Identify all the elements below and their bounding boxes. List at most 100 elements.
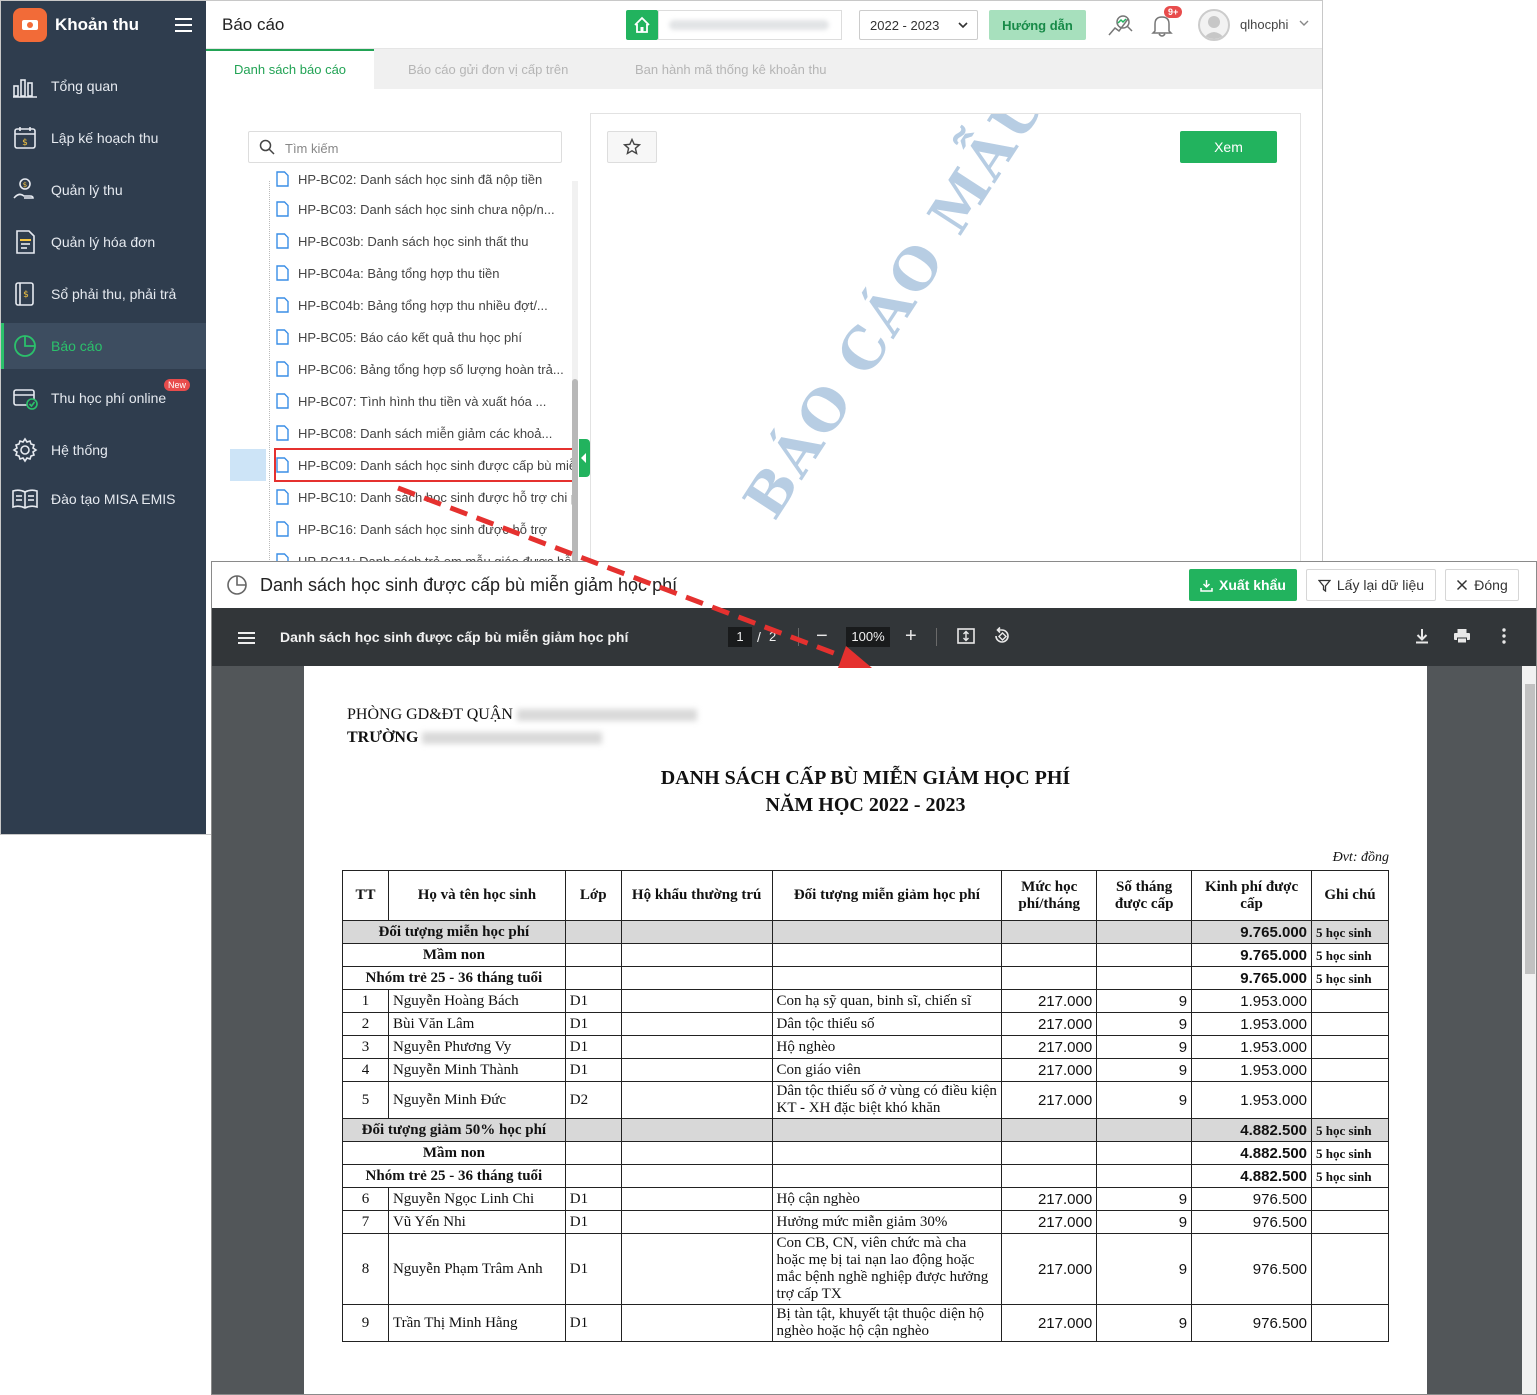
report-item[interactable]: HP-BC04a: Bảng tổng hợp thu tiền bbox=[276, 258, 576, 288]
report-item-label: HP-BC03: Danh sách học sinh chưa nộp/n..… bbox=[298, 201, 555, 217]
username[interactable]: qlhocphi bbox=[1240, 17, 1288, 32]
pdf-page-input[interactable]: 1 bbox=[728, 627, 752, 647]
guide-button[interactable]: Hướng dẫn bbox=[989, 10, 1086, 40]
sidebar-item-bao-cao[interactable]: Báo cáo bbox=[1, 323, 206, 369]
activity-chart-icon[interactable] bbox=[1106, 11, 1134, 39]
download-icon[interactable] bbox=[1412, 626, 1432, 646]
pdf-scrollbar[interactable] bbox=[1522, 666, 1536, 1394]
cell-fee: 217.000 bbox=[1001, 1304, 1098, 1342]
table-row: 7 Vũ Yến Nhi D1 Hưởng mức miễn giảm 30% 217.… bbox=[342, 1210, 1389, 1234]
search-icon bbox=[259, 139, 275, 155]
sidebar-item-thu-hoc-phi-online[interactable]: Thu học phí online New bbox=[1, 375, 206, 421]
chevron-down-icon[interactable] bbox=[1298, 17, 1310, 29]
subgroup-row: Nhóm trẻ 25 - 36 tháng tuổi 4.882.500 5 họ… bbox=[342, 1164, 1389, 1188]
report-item[interactable]: HP-BC04b: Bảng tổng hợp thu nhiều đợt/..… bbox=[276, 290, 576, 320]
cell-student-name: Vũ Yến Nhi bbox=[387, 1210, 566, 1234]
search-input[interactable] bbox=[285, 138, 545, 158]
currency-unit: Đvt: đồng bbox=[1332, 850, 1389, 865]
cell-fee: 217.000 bbox=[1001, 1233, 1098, 1305]
redacted-text bbox=[516, 709, 697, 722]
report-item[interactable]: HP-BC09: Danh sách học sinh được cấp bù … bbox=[274, 448, 578, 482]
report-item[interactable]: HP-BC10: Danh sách học sinh được hỗ trợ … bbox=[276, 482, 576, 512]
cell-student-name: Nguyễn Minh Đức bbox=[387, 1081, 566, 1119]
home-button[interactable] bbox=[626, 10, 658, 40]
rotate-icon[interactable] bbox=[992, 626, 1012, 646]
search-box[interactable] bbox=[248, 131, 562, 163]
school-year-select[interactable]: 2022 - 2023 bbox=[859, 10, 978, 40]
zoom-out-icon[interactable]: − bbox=[816, 626, 828, 646]
more-options-icon[interactable] bbox=[1494, 626, 1514, 646]
cell-class: D1 bbox=[564, 1187, 622, 1211]
cell-target: Bị tàn tật, khuyết tật thuộc diện hộ ngh… bbox=[771, 1304, 1003, 1342]
reload-data-button[interactable]: Lấy lại dữ liệu bbox=[1306, 569, 1436, 601]
sidebar-item-label: Quản lý hóa đơn bbox=[51, 234, 156, 250]
zoom-in-icon[interactable]: + bbox=[905, 626, 917, 646]
report-item[interactable]: HP-BC05: Báo cáo kết quả thu học phí bbox=[276, 322, 576, 352]
sidebar-item-quan-ly-hoa-don[interactable]: Quản lý hóa đơn bbox=[1, 219, 206, 265]
report-item[interactable]: HP-BC03b: Danh sách học sinh thất thu bbox=[276, 226, 576, 256]
report-item-label: HP-BC10: Danh sách học sinh được hỗ trợ … bbox=[298, 489, 576, 505]
cell-tt: 1 bbox=[342, 989, 389, 1013]
pdf-total-pages: 2 bbox=[769, 629, 777, 644]
pdf-viewer[interactable]: PHÒNG GD&ĐT QUẬN TRƯỜNG DANH SÁCH CẤP BÙ… bbox=[212, 666, 1536, 1394]
group-amount: 4.882.500 bbox=[1191, 1118, 1313, 1142]
menu-toggle-icon[interactable] bbox=[175, 14, 192, 36]
column-header: Số tháng được cấp bbox=[1096, 870, 1193, 921]
star-icon bbox=[623, 138, 641, 155]
cell-target: Con CB, CN, viên chức mà cha hoặc mẹ bị … bbox=[771, 1233, 1003, 1305]
sidebar-item-lap-ke-hoach-thu[interactable]: $ Lập kế hoạch thu bbox=[1, 115, 206, 161]
report-item-label: HP-BC07: Tình hình thu tiền và xuất hóa … bbox=[298, 393, 547, 409]
tab-danh-sach-bao-cao[interactable]: Danh sách báo cáo bbox=[206, 49, 375, 89]
cell-student-name: Bùi Văn Lâm bbox=[387, 1012, 566, 1036]
pie-chart-icon bbox=[227, 575, 247, 595]
sidebar-item-so-phai-thu[interactable]: $ Sổ phải thu, phải trả bbox=[1, 271, 206, 317]
report-item[interactable]: HP-BC03: Danh sách học sinh chưa nộp/n..… bbox=[276, 194, 576, 224]
pdf-zoom-input[interactable]: 100% bbox=[846, 627, 890, 647]
report-item[interactable]: HP-BC08: Danh sách miễn giảm các khoả... bbox=[276, 418, 576, 448]
print-icon[interactable] bbox=[1452, 626, 1472, 646]
pie-chart-icon bbox=[14, 335, 36, 357]
document-icon bbox=[276, 425, 289, 441]
empty-cell bbox=[620, 943, 773, 967]
close-button[interactable]: Đóng bbox=[1445, 569, 1519, 601]
pdf-menu-icon[interactable] bbox=[238, 629, 255, 647]
tab-ban-hanh-ma-thong-ke[interactable]: Ban hành mã thống kê khoản thu bbox=[607, 49, 855, 89]
school-selector[interactable] bbox=[658, 10, 842, 40]
school-year-value: 2022 - 2023 bbox=[870, 18, 940, 33]
avatar[interactable] bbox=[1198, 9, 1230, 41]
column-header: Đối tượng miễn giảm học phí bbox=[771, 870, 1003, 921]
table-row: 8 Nguyễn Phạm Trâm Anh D1 Con CB, CN, viên … bbox=[342, 1233, 1389, 1305]
page-title: Báo cáo bbox=[222, 15, 285, 34]
cell-note bbox=[1311, 1233, 1389, 1305]
cell-class: D1 bbox=[564, 1058, 622, 1082]
report-title: DANH SÁCH CẤP BÙ MIỄN GIẢM HỌC PHÍ bbox=[660, 767, 1071, 789]
cell-tt: 8 bbox=[342, 1233, 389, 1305]
tab-bao-cao-gui-don-vi-cap-tren[interactable]: Báo cáo gửi đơn vị cấp trên bbox=[380, 49, 596, 89]
table-row: 5 Nguyễn Minh Đức D2 Dân tộc thiểu số ở vùn… bbox=[342, 1081, 1389, 1119]
pdf-scrollbar-thumb[interactable] bbox=[1525, 684, 1535, 974]
group-row: Đối tượng giảm 50% học phí 4.882.500 5 học… bbox=[342, 1118, 1389, 1142]
report-item[interactable]: HP-BC07: Tình hình thu tiền và xuất hóa … bbox=[276, 386, 576, 416]
sidebar-item-tong-quan[interactable]: Tổng quan bbox=[1, 63, 206, 109]
sidebar-item-quan-ly-thu[interactable]: $ Quản lý thu bbox=[1, 167, 206, 213]
view-button[interactable]: Xem bbox=[1180, 131, 1277, 163]
group-note: 5 học sinh bbox=[1311, 943, 1389, 967]
report-item[interactable]: HP-BC16: Danh sách học sinh được hỗ trợ bbox=[276, 514, 576, 544]
fit-page-icon[interactable] bbox=[956, 626, 976, 646]
report-item[interactable]: HP-BC06: Bảng tổng hợp số lượng hoàn trả… bbox=[276, 354, 576, 384]
cell-class: D1 bbox=[564, 1233, 622, 1305]
list-scrollbar-thumb[interactable] bbox=[572, 379, 578, 579]
subgroup-row: Nhóm trẻ 25 - 36 tháng tuổi 9.765.000 5 họ… bbox=[342, 966, 1389, 990]
document-icon bbox=[276, 457, 289, 473]
sidebar-item-dao-tao[interactable]: Đào tạo MISA EMIS bbox=[1, 476, 206, 522]
report-item[interactable]: HP-BC02: Danh sách học sinh đã nộp tiền bbox=[276, 164, 576, 194]
export-button[interactable]: Xuất khẩu bbox=[1189, 569, 1297, 601]
report-dialog: Danh sách học sinh được cấp bù miễn giảm… bbox=[211, 561, 1537, 1395]
collapse-panel-button[interactable] bbox=[579, 439, 590, 477]
sidebar-item-he-thong[interactable]: Hệ thống bbox=[1, 427, 206, 473]
org-line-1: PHÒNG GD&ĐT QUẬN bbox=[347, 706, 697, 724]
cell-student-name: Trần Thị Minh Hằng bbox=[387, 1304, 566, 1342]
favorite-button[interactable] bbox=[607, 131, 657, 163]
export-icon bbox=[1200, 579, 1213, 592]
empty-cell bbox=[564, 966, 622, 990]
